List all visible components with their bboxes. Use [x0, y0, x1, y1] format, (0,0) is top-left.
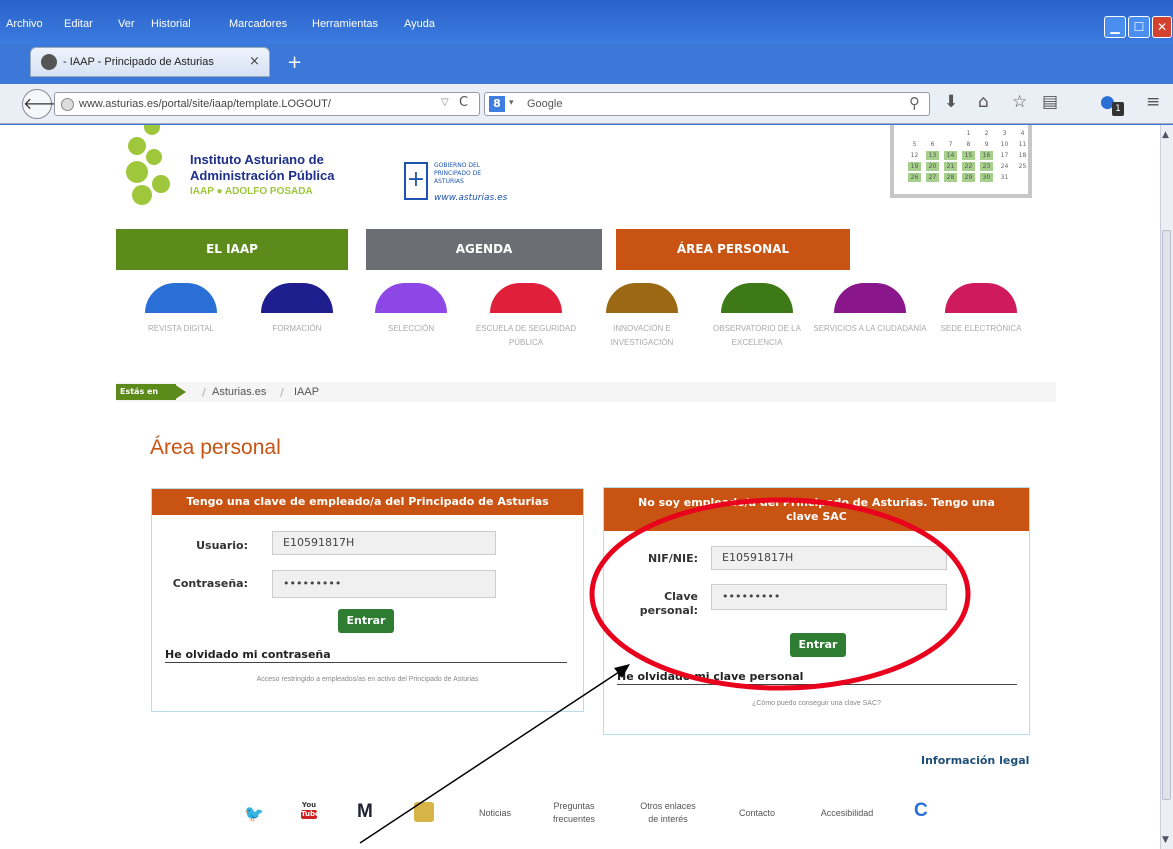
annotation-arrow-line — [359, 669, 623, 844]
annotation-arrow-head — [614, 664, 630, 678]
screen: Archivo Editar Ver Historial Marcadores … — [0, 0, 1173, 849]
annotation-overlay — [359, 497, 971, 844]
annotation-ellipse — [589, 497, 971, 691]
